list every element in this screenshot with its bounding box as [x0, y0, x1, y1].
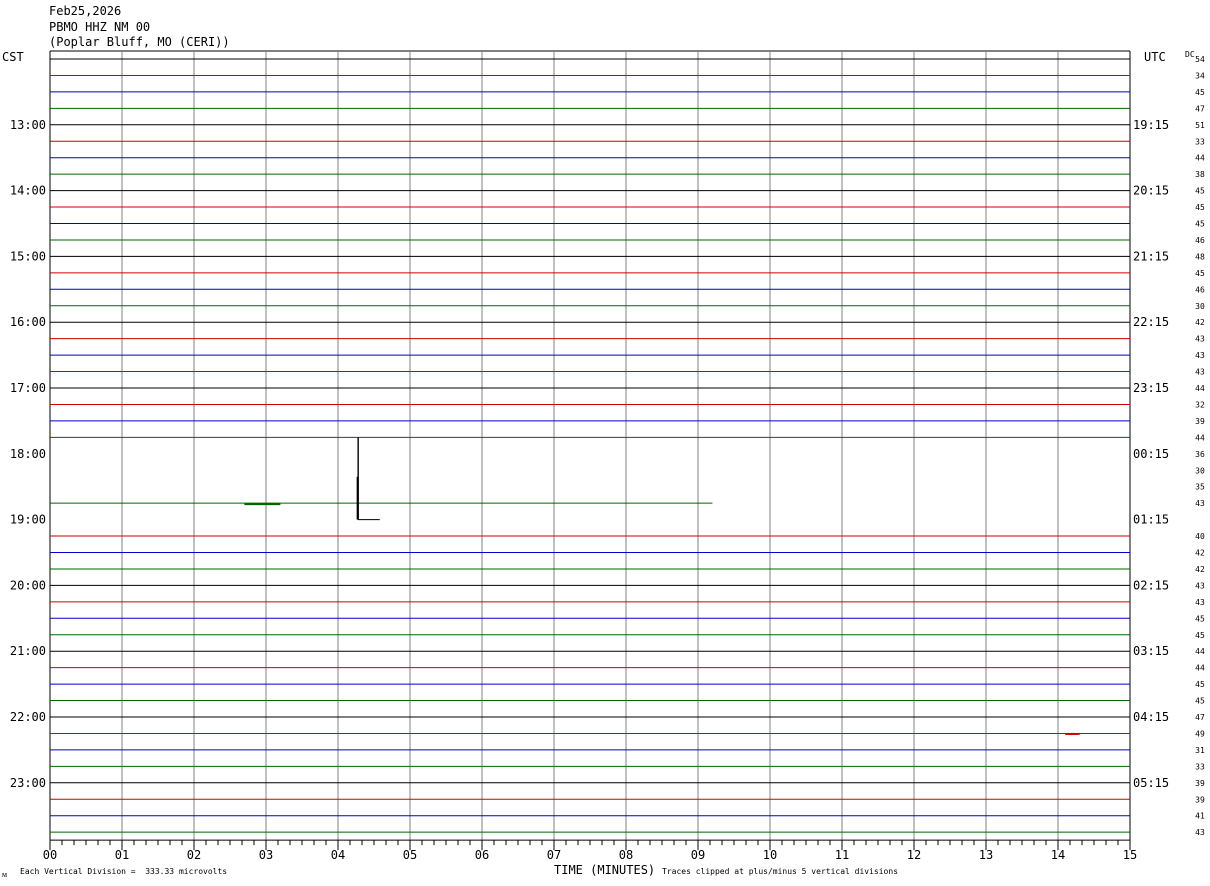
x-axis-title: TIME (MINUTES): [554, 863, 656, 877]
dc-value: 44: [1195, 154, 1205, 163]
x-tick-label: 15: [1123, 848, 1137, 862]
dc-value: 45: [1195, 614, 1205, 623]
corner-mark: ᴍ: [2, 870, 8, 879]
cst-hour-label: 17:00: [10, 381, 46, 395]
dc-value: 49: [1195, 729, 1205, 738]
x-tick-label: 06: [475, 848, 489, 862]
utc-hour-label: 05:15: [1133, 776, 1169, 790]
x-tick-label: 12: [907, 848, 921, 862]
dc-value: 40: [1195, 532, 1205, 541]
utc-hour-label: 22:15: [1133, 315, 1169, 329]
x-tick-label: 01: [115, 848, 129, 862]
x-tick-label: 05: [403, 848, 417, 862]
dc-value: 43: [1195, 598, 1205, 607]
utc-hour-label: 20:15: [1133, 184, 1169, 198]
dc-value: 44: [1195, 647, 1205, 656]
dc-value: 44: [1195, 664, 1205, 673]
dc-value: 42: [1195, 318, 1205, 327]
cst-hour-label: 13:00: [10, 118, 46, 132]
helicorder-plot: 13:00 14:00 15:00 16:00 17:00 18:00 19:00 20:00…: [10, 50, 1205, 862]
dc-value: 43: [1195, 581, 1205, 590]
cst-hour-label: 21:00: [10, 644, 46, 658]
utc-hour-label: 02:15: [1133, 578, 1169, 592]
dc-value: 39: [1195, 779, 1205, 788]
utc-hour-label: 21:15: [1133, 249, 1169, 263]
utc-hour-label: 01:15: [1133, 513, 1169, 527]
dc-value: 34: [1195, 71, 1205, 80]
x-tick-label: 02: [187, 848, 201, 862]
dc-value: 47: [1195, 104, 1205, 113]
dc-value: 47: [1195, 713, 1205, 722]
cst-hour-label: 18:00: [10, 447, 46, 461]
dc-value: 45: [1195, 88, 1205, 97]
cst-hour-label: 16:00: [10, 315, 46, 329]
dc-value: 44: [1195, 433, 1205, 442]
utc-hour-label: 19:15: [1133, 118, 1169, 132]
x-tick-label: 14: [1051, 848, 1065, 862]
clip-note: Traces clipped at plus/minus 5 vertical …: [662, 867, 899, 876]
dc-value: 45: [1195, 269, 1205, 278]
dc-value: 30: [1195, 466, 1205, 475]
dc-value: 39: [1195, 417, 1205, 426]
dc-value: 45: [1195, 697, 1205, 706]
cst-hour-label: 14:00: [10, 184, 46, 198]
dc-value: 33: [1195, 137, 1205, 146]
dc-value: 41: [1195, 812, 1205, 821]
x-tick-label: 10: [763, 848, 777, 862]
cst-hour-label: 23:00: [10, 776, 46, 790]
dc-value: 45: [1195, 187, 1205, 196]
cst-hour-label: 19:00: [10, 513, 46, 527]
cst-hour-label: 15:00: [10, 249, 46, 263]
x-tick-label: 08: [619, 848, 633, 862]
dc-value: 42: [1195, 549, 1205, 558]
dc-value: 51: [1195, 121, 1205, 130]
dc-value: 30: [1195, 302, 1205, 311]
utc-hour-label: 00:15: [1133, 447, 1169, 461]
dc-value: 32: [1195, 400, 1205, 409]
utc-hour-label: 23:15: [1133, 381, 1169, 395]
dc-value: 43: [1195, 335, 1205, 344]
dc-value: 43: [1195, 351, 1205, 360]
cst-hour-label: 22:00: [10, 710, 46, 724]
dc-value: 31: [1195, 746, 1205, 755]
dc-value: 44: [1195, 384, 1205, 393]
x-tick-label: 04: [331, 848, 345, 862]
dc-value: 43: [1195, 368, 1205, 377]
dc-value: 39: [1195, 795, 1205, 804]
dc-value: 38: [1195, 170, 1205, 179]
dc-value: 45: [1195, 203, 1205, 212]
x-tick-label: 00: [43, 848, 57, 862]
dc-value: 43: [1195, 828, 1205, 837]
dc-value: 46: [1195, 236, 1205, 245]
utc-hour-label: 04:15: [1133, 710, 1169, 724]
x-tick-label: 09: [691, 848, 705, 862]
dc-value: 46: [1195, 285, 1205, 294]
dc-value: 54: [1195, 55, 1205, 64]
cst-hour-label: 20:00: [10, 578, 46, 592]
x-tick-label: 11: [835, 848, 849, 862]
x-tick-label: 07: [547, 848, 561, 862]
x-tick-label: 03: [259, 848, 273, 862]
utc-hour-label: 03:15: [1133, 644, 1169, 658]
dc-value: 36: [1195, 450, 1205, 459]
dc-value: 33: [1195, 762, 1205, 771]
dc-value: 35: [1195, 483, 1205, 492]
x-tick-label: 13: [979, 848, 993, 862]
dc-value: 45: [1195, 631, 1205, 640]
dc-value: 45: [1195, 680, 1205, 689]
dc-value: 45: [1195, 220, 1205, 229]
dc-value: 43: [1195, 499, 1205, 508]
dc-value: 48: [1195, 252, 1205, 261]
scale-note: Each Vertical Division = 333.33 microvol…: [20, 867, 228, 876]
dc-value: 42: [1195, 565, 1205, 574]
